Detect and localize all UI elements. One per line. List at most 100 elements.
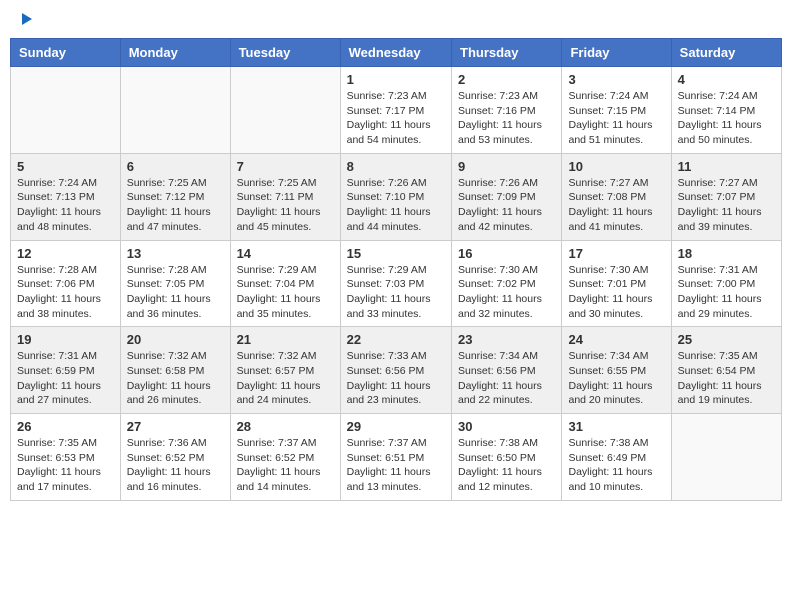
day-number: 4 bbox=[678, 72, 775, 87]
day-info: Sunrise: 7:23 AM Sunset: 7:16 PM Dayligh… bbox=[458, 89, 555, 148]
calendar-header-saturday: Saturday bbox=[671, 39, 781, 67]
page-header bbox=[10, 10, 782, 28]
day-number: 18 bbox=[678, 246, 775, 261]
day-number: 2 bbox=[458, 72, 555, 87]
day-info: Sunrise: 7:28 AM Sunset: 7:05 PM Dayligh… bbox=[127, 263, 224, 322]
day-info: Sunrise: 7:38 AM Sunset: 6:50 PM Dayligh… bbox=[458, 436, 555, 495]
day-number: 21 bbox=[237, 332, 334, 347]
day-info: Sunrise: 7:38 AM Sunset: 6:49 PM Dayligh… bbox=[568, 436, 664, 495]
day-number: 29 bbox=[347, 419, 445, 434]
day-number: 11 bbox=[678, 159, 775, 174]
day-info: Sunrise: 7:33 AM Sunset: 6:56 PM Dayligh… bbox=[347, 349, 445, 408]
calendar-cell: 19 Sunrise: 7:31 AM Sunset: 6:59 PM Dayli… bbox=[11, 327, 121, 414]
day-number: 3 bbox=[568, 72, 664, 87]
calendar-cell: 4Sunrise: 7:24 AM Sunset: 7:14 PM Daylig… bbox=[671, 67, 781, 154]
day-info: Sunrise: 7:35 AM Sunset: 6:54 PM Dayligh… bbox=[678, 349, 775, 408]
day-info: Sunrise: 7:28 AM Sunset: 7:06 PM Dayligh… bbox=[17, 263, 114, 322]
calendar-cell: 31 Sunrise: 7:38 AM Sunset: 6:49 PM Dayli… bbox=[562, 414, 671, 501]
day-number: 15 bbox=[347, 246, 445, 261]
calendar-cell: 27Sunrise: 7:36 AM Sunset: 6:52 PM Dayli… bbox=[120, 414, 230, 501]
calendar-cell: 14Sunrise: 7:29 AM Sunset: 7:04 PM Dayli… bbox=[230, 240, 340, 327]
calendar-cell: 10 Sunrise: 7:27 AM Sunset: 7:08 PM Dayli… bbox=[562, 153, 671, 240]
day-number: 7 bbox=[237, 159, 334, 174]
calendar-cell: 26 Sunrise: 7:35 AM Sunset: 6:53 PM Dayli… bbox=[11, 414, 121, 501]
day-info: Sunrise: 7:30 AM Sunset: 7:02 PM Dayligh… bbox=[458, 263, 555, 322]
day-info: Sunrise: 7:32 AM Sunset: 6:57 PM Dayligh… bbox=[237, 349, 334, 408]
calendar-week-3: 12Sunrise: 7:28 AM Sunset: 7:06 PM Dayli… bbox=[11, 240, 782, 327]
day-number: 22 bbox=[347, 332, 445, 347]
calendar-header-sunday: Sunday bbox=[11, 39, 121, 67]
day-number: 1 bbox=[347, 72, 445, 87]
day-info: Sunrise: 7:25 AM Sunset: 7:11 PM Dayligh… bbox=[237, 176, 334, 235]
day-number: 30 bbox=[458, 419, 555, 434]
day-number: 19 bbox=[17, 332, 114, 347]
calendar-cell: 25 Sunrise: 7:35 AM Sunset: 6:54 PM Dayli… bbox=[671, 327, 781, 414]
day-number: 26 bbox=[17, 419, 114, 434]
day-number: 25 bbox=[678, 332, 775, 347]
calendar-cell: 22 Sunrise: 7:33 AM Sunset: 6:56 PM Dayli… bbox=[340, 327, 451, 414]
day-info: Sunrise: 7:32 AM Sunset: 6:58 PM Dayligh… bbox=[127, 349, 224, 408]
day-info: Sunrise: 7:35 AM Sunset: 6:53 PM Dayligh… bbox=[17, 436, 114, 495]
calendar-cell: 12Sunrise: 7:28 AM Sunset: 7:06 PM Dayli… bbox=[11, 240, 121, 327]
day-number: 13 bbox=[127, 246, 224, 261]
calendar-cell: 20 Sunrise: 7:32 AM Sunset: 6:58 PM Dayli… bbox=[120, 327, 230, 414]
day-info: Sunrise: 7:27 AM Sunset: 7:07 PM Dayligh… bbox=[678, 176, 775, 235]
day-number: 16 bbox=[458, 246, 555, 261]
day-number: 28 bbox=[237, 419, 334, 434]
day-info: Sunrise: 7:26 AM Sunset: 7:10 PM Dayligh… bbox=[347, 176, 445, 235]
day-number: 23 bbox=[458, 332, 555, 347]
day-number: 9 bbox=[458, 159, 555, 174]
calendar-cell: 24 Sunrise: 7:34 AM Sunset: 6:55 PM Dayli… bbox=[562, 327, 671, 414]
calendar-week-1: 1 Sunrise: 7:23 AM Sunset: 7:17 PM Daylig… bbox=[11, 67, 782, 154]
day-info: Sunrise: 7:37 AM Sunset: 6:52 PM Dayligh… bbox=[237, 436, 334, 495]
calendar-week-5: 26 Sunrise: 7:35 AM Sunset: 6:53 PM Dayli… bbox=[11, 414, 782, 501]
day-number: 24 bbox=[568, 332, 664, 347]
calendar-cell: 8Sunrise: 7:26 AM Sunset: 7:10 PM Daylig… bbox=[340, 153, 451, 240]
day-number: 10 bbox=[568, 159, 664, 174]
day-info: Sunrise: 7:26 AM Sunset: 7:09 PM Dayligh… bbox=[458, 176, 555, 235]
day-info: Sunrise: 7:23 AM Sunset: 7:17 PM Dayligh… bbox=[347, 89, 445, 148]
calendar-cell: 9 Sunrise: 7:26 AM Sunset: 7:09 PM Daylig… bbox=[452, 153, 562, 240]
calendar-cell: 6 Sunrise: 7:25 AM Sunset: 7:12 PM Daylig… bbox=[120, 153, 230, 240]
day-info: Sunrise: 7:30 AM Sunset: 7:01 PM Dayligh… bbox=[568, 263, 664, 322]
calendar-cell: 18 Sunrise: 7:31 AM Sunset: 7:00 PM Dayli… bbox=[671, 240, 781, 327]
calendar-header-row: SundayMondayTuesdayWednesdayThursdayFrid… bbox=[11, 39, 782, 67]
calendar-cell: 1 Sunrise: 7:23 AM Sunset: 7:17 PM Daylig… bbox=[340, 67, 451, 154]
day-info: Sunrise: 7:34 AM Sunset: 6:55 PM Dayligh… bbox=[568, 349, 664, 408]
day-number: 5 bbox=[17, 159, 114, 174]
calendar-cell: 23 Sunrise: 7:34 AM Sunset: 6:56 PM Dayli… bbox=[452, 327, 562, 414]
day-number: 6 bbox=[127, 159, 224, 174]
calendar-cell: 7 Sunrise: 7:25 AM Sunset: 7:11 PM Daylig… bbox=[230, 153, 340, 240]
calendar-header-monday: Monday bbox=[120, 39, 230, 67]
day-number: 20 bbox=[127, 332, 224, 347]
calendar-cell: 11 Sunrise: 7:27 AM Sunset: 7:07 PM Dayli… bbox=[671, 153, 781, 240]
day-info: Sunrise: 7:24 AM Sunset: 7:15 PM Dayligh… bbox=[568, 89, 664, 148]
day-number: 31 bbox=[568, 419, 664, 434]
calendar-cell: 28 Sunrise: 7:37 AM Sunset: 6:52 PM Dayli… bbox=[230, 414, 340, 501]
calendar-cell bbox=[11, 67, 121, 154]
day-info: Sunrise: 7:31 AM Sunset: 6:59 PM Dayligh… bbox=[17, 349, 114, 408]
calendar-cell: 16 Sunrise: 7:30 AM Sunset: 7:02 PM Dayli… bbox=[452, 240, 562, 327]
calendar-cell: 2 Sunrise: 7:23 AM Sunset: 7:16 PM Daylig… bbox=[452, 67, 562, 154]
calendar-cell: 15 Sunrise: 7:29 AM Sunset: 7:03 PM Dayli… bbox=[340, 240, 451, 327]
day-info: Sunrise: 7:25 AM Sunset: 7:12 PM Dayligh… bbox=[127, 176, 224, 235]
day-number: 17 bbox=[568, 246, 664, 261]
calendar-cell: 21 Sunrise: 7:32 AM Sunset: 6:57 PM Dayli… bbox=[230, 327, 340, 414]
day-info: Sunrise: 7:27 AM Sunset: 7:08 PM Dayligh… bbox=[568, 176, 664, 235]
calendar-cell: 3 Sunrise: 7:24 AM Sunset: 7:15 PM Daylig… bbox=[562, 67, 671, 154]
calendar-week-4: 19 Sunrise: 7:31 AM Sunset: 6:59 PM Dayli… bbox=[11, 327, 782, 414]
calendar-week-2: 5 Sunrise: 7:24 AM Sunset: 7:13 PM Daylig… bbox=[11, 153, 782, 240]
calendar-cell bbox=[120, 67, 230, 154]
calendar-cell: 29Sunrise: 7:37 AM Sunset: 6:51 PM Dayli… bbox=[340, 414, 451, 501]
day-info: Sunrise: 7:29 AM Sunset: 7:03 PM Dayligh… bbox=[347, 263, 445, 322]
calendar-cell: 13 Sunrise: 7:28 AM Sunset: 7:05 PM Dayli… bbox=[120, 240, 230, 327]
calendar-table: SundayMondayTuesdayWednesdayThursdayFrid… bbox=[10, 38, 782, 501]
day-info: Sunrise: 7:24 AM Sunset: 7:13 PM Dayligh… bbox=[17, 176, 114, 235]
day-info: Sunrise: 7:29 AM Sunset: 7:04 PM Dayligh… bbox=[237, 263, 334, 322]
calendar-cell: 5 Sunrise: 7:24 AM Sunset: 7:13 PM Daylig… bbox=[11, 153, 121, 240]
calendar-cell: 30 Sunrise: 7:38 AM Sunset: 6:50 PM Dayli… bbox=[452, 414, 562, 501]
day-info: Sunrise: 7:31 AM Sunset: 7:00 PM Dayligh… bbox=[678, 263, 775, 322]
day-info: Sunrise: 7:36 AM Sunset: 6:52 PM Dayligh… bbox=[127, 436, 224, 495]
calendar-cell: 17 Sunrise: 7:30 AM Sunset: 7:01 PM Dayli… bbox=[562, 240, 671, 327]
day-info: Sunrise: 7:34 AM Sunset: 6:56 PM Dayligh… bbox=[458, 349, 555, 408]
